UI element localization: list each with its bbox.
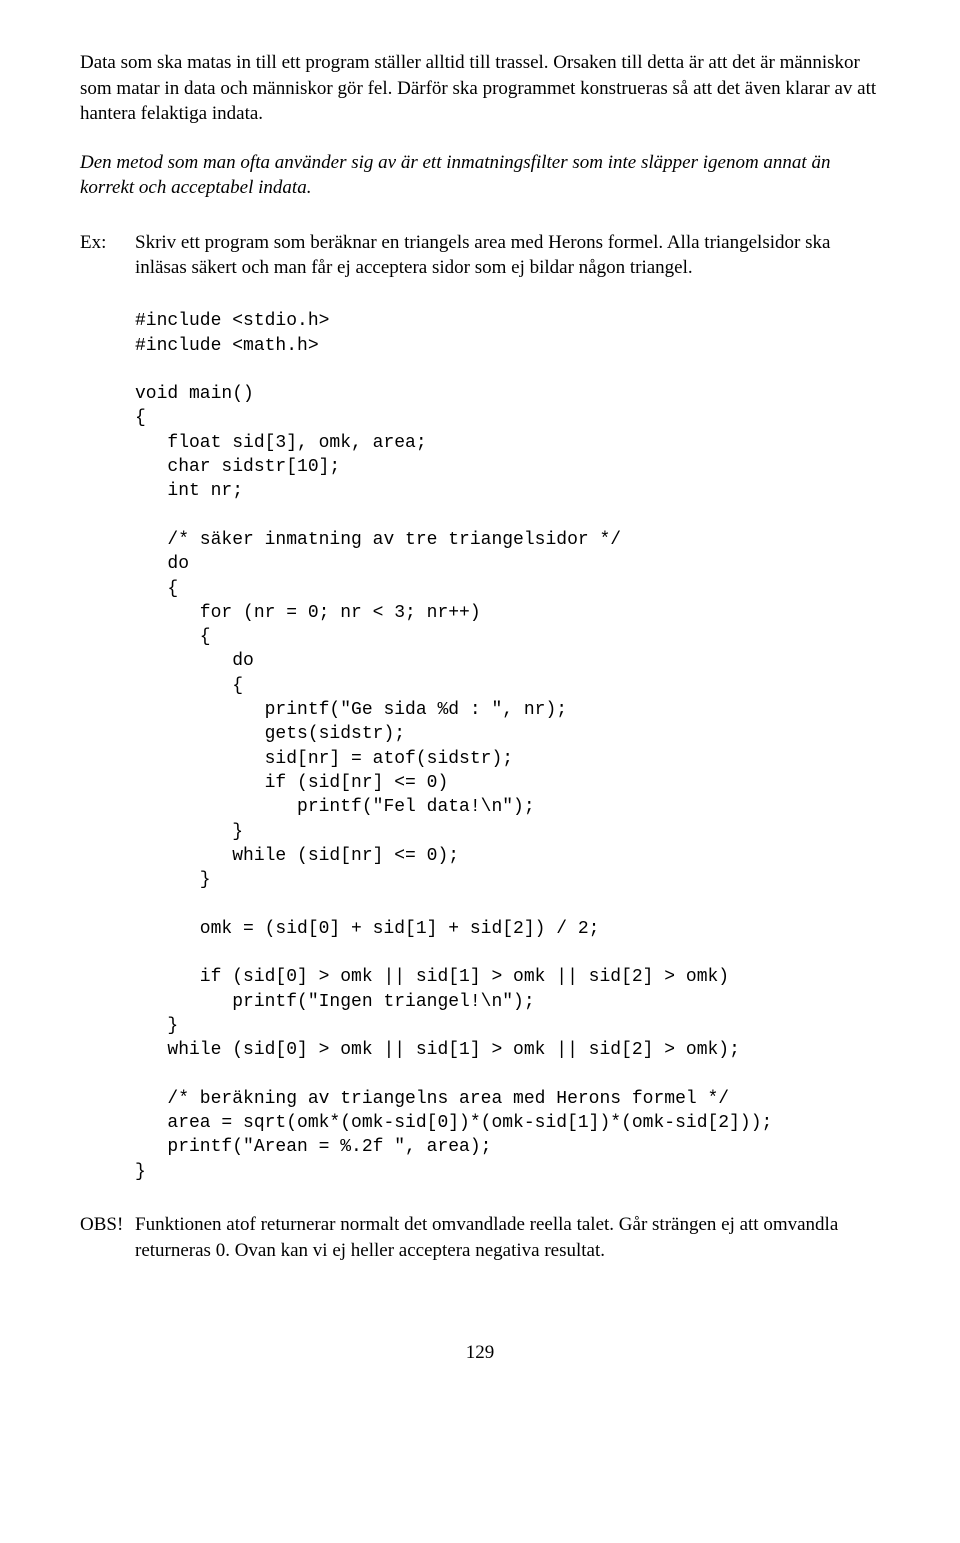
obs-section: OBS! Funktionen atof returnerar normalt … [80, 1212, 880, 1263]
intro-paragraph-1: Data som ska matas in till ett program s… [80, 50, 880, 127]
example-section: Ex: Skriv ett program som beräknar en tr… [80, 230, 880, 281]
page-number: 129 [80, 1340, 880, 1366]
example-text: Skriv ett program som beräknar en triang… [135, 230, 880, 281]
example-label: Ex: [80, 230, 135, 281]
obs-label: OBS! [80, 1212, 135, 1263]
obs-text: Funktionen atof returnerar normalt det o… [135, 1212, 880, 1263]
intro-paragraph-2: Den metod som man ofta använder sig av ä… [80, 150, 880, 201]
code-block: #include <stdio.h> #include <math.h> voi… [135, 309, 880, 1184]
